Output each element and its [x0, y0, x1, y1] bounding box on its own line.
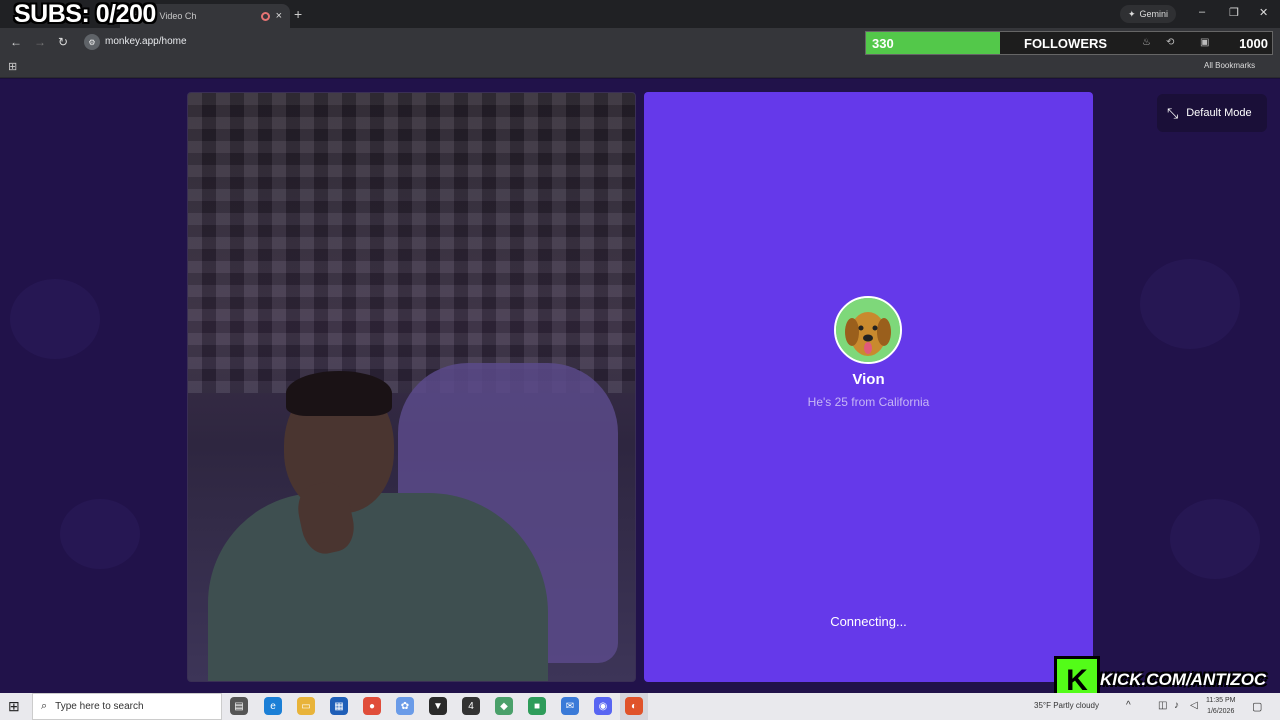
- weather-widget[interactable]: 35°F Partly cloudy: [1034, 701, 1099, 710]
- reload-icon[interactable]: ↻: [58, 35, 68, 49]
- background-blob: [1170, 499, 1260, 579]
- followers-goal-bar: 330 FOLLOWERS ♨ ⟲ ▣ 1000: [865, 31, 1273, 55]
- forward-arrow-icon[interactable]: →: [34, 35, 46, 49]
- chrome-icon[interactable]: ●: [363, 697, 381, 715]
- gemini-label: Gemini: [1139, 9, 1169, 19]
- camera-background-wall: [188, 93, 635, 393]
- self-camera-feed: [187, 92, 636, 682]
- microphone-icon[interactable]: ♪: [1174, 700, 1179, 711]
- network-icon[interactable]: ◫: [1158, 700, 1167, 711]
- obs-icon[interactable]: ◐: [625, 697, 643, 715]
- partner-avatar: [834, 296, 902, 364]
- recording-icon: [260, 11, 270, 21]
- browser-tab-bar: ee Live Video Ch × + ✦ Gemini – ❐ ✕: [0, 0, 1280, 28]
- new-tab-button[interactable]: +: [294, 6, 302, 22]
- windows-start-icon[interactable]: ⊞: [8, 698, 20, 715]
- minimize-arrows-icon: ⤡: [1167, 104, 1179, 121]
- close-window-button[interactable]: ✕: [1259, 6, 1268, 19]
- followers-current: 330: [872, 36, 894, 51]
- camera-person-body: [208, 493, 548, 681]
- address-bar[interactable]: monkey.app/home: [105, 36, 187, 47]
- followers-goal: 1000: [1239, 36, 1268, 51]
- apps-grid-icon[interactable]: ⊞: [8, 60, 17, 73]
- search-icon: ⌕: [41, 700, 48, 712]
- followers-label: FOLLOWERS: [1024, 36, 1108, 51]
- monkey-app-page: Vion He's 25 from California Connecting.…: [0, 79, 1280, 693]
- app-icon-4k[interactable]: 4: [462, 697, 480, 715]
- partner-video-panel: Vion He's 25 from California Connecting.…: [644, 92, 1093, 682]
- discord-icon[interactable]: ◉: [594, 697, 612, 715]
- sparkle-icon: ✦: [1128, 8, 1136, 19]
- close-tab-icon[interactable]: ×: [276, 10, 282, 22]
- minimize-button[interactable]: –: [1199, 6, 1205, 18]
- partner-name: Vion: [852, 371, 885, 388]
- screen-icon: ▣: [1200, 37, 1210, 48]
- clock-time: 11:35 PM: [1206, 697, 1236, 704]
- taskbar-search[interactable]: ⌕ Type here to search: [32, 693, 222, 720]
- app-icon-teal[interactable]: ■: [528, 697, 546, 715]
- chevron-up-icon[interactable]: ^: [1126, 700, 1131, 711]
- background-blob: [1140, 259, 1240, 349]
- volume-icon[interactable]: ◁: [1190, 700, 1198, 711]
- partner-info: He's 25 from California: [807, 395, 930, 409]
- file-explorer-icon[interactable]: ▭: [297, 697, 315, 715]
- gemini-button[interactable]: ✦ Gemini: [1120, 5, 1177, 23]
- edge-icon[interactable]: e: [264, 697, 282, 715]
- clock-date: 1/6/2026: [1207, 708, 1235, 715]
- restore-button[interactable]: ❐: [1229, 6, 1239, 19]
- site-info-icon[interactable]: ⚙: [84, 34, 100, 50]
- task-view-icon[interactable]: ▤: [230, 697, 248, 715]
- windows-taskbar: ⊞ ⌕ Type here to search ▤ e ▭ ▦ ● ✿ ▼ 4 …: [0, 693, 1280, 720]
- notification-icon[interactable]: ▢: [1252, 700, 1262, 713]
- subs-counter-overlay: SUBS: 0/200: [14, 0, 156, 28]
- copilot-icon[interactable]: ✿: [396, 697, 414, 715]
- sync-icon: ⟲: [1166, 37, 1175, 48]
- taskbar-clock[interactable]: 11:35 PM 1/6/2026: [1206, 695, 1235, 717]
- camera-person-hair: [286, 371, 392, 416]
- outlook-icon[interactable]: ✉: [561, 697, 579, 715]
- search-placeholder: Type here to search: [55, 701, 144, 712]
- kick-channel-url: KICK.COM/ANTIZOC: [1100, 670, 1267, 689]
- app-icon-green[interactable]: ◆: [495, 697, 513, 715]
- store-icon[interactable]: ▦: [330, 697, 348, 715]
- all-bookmarks-button[interactable]: All Bookmarks: [1204, 61, 1255, 70]
- mode-label: Default Mode: [1186, 107, 1252, 119]
- default-mode-button[interactable]: ⤡ Default Mode: [1157, 94, 1267, 132]
- flame-icon: ♨: [1142, 37, 1151, 48]
- background-blob: [10, 279, 100, 359]
- dog-avatar-icon: [836, 298, 900, 362]
- app-icon-dark[interactable]: ▼: [429, 697, 447, 715]
- bookmarks-bar: ⊞ All Bookmarks: [0, 56, 1280, 78]
- connection-status: Connecting...: [830, 614, 907, 629]
- back-arrow-icon[interactable]: ←: [10, 35, 22, 49]
- background-blob: [60, 499, 140, 569]
